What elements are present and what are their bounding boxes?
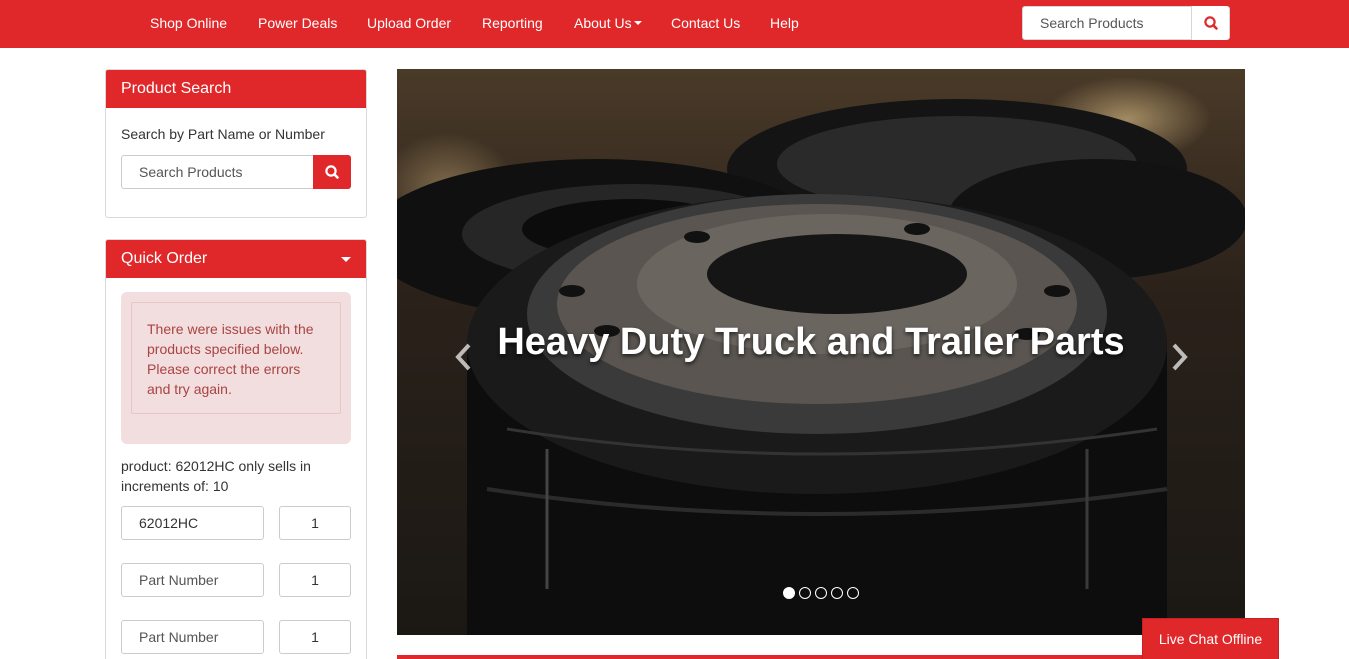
carousel-next-button[interactable] (1167, 341, 1191, 373)
caret-down-icon (633, 21, 642, 26)
part-number-input[interactable] (121, 620, 264, 654)
nav-power-deals[interactable]: Power Deals (258, 0, 337, 46)
carousel-indicator[interactable] (815, 587, 827, 599)
part-number-input[interactable] (121, 506, 264, 540)
quick-order-title: Quick Order (121, 250, 208, 267)
caret-down-icon (341, 257, 351, 262)
product-search-heading: Product Search (106, 70, 366, 108)
search-icon (325, 165, 339, 179)
nav-about-us[interactable]: About Us (574, 0, 642, 46)
nav-about-us-label: About Us (574, 15, 632, 31)
quick-order-panel: Quick Order There were issues with the p… (105, 239, 367, 659)
chevron-left-icon (455, 343, 471, 371)
carousel-indicator[interactable] (799, 587, 811, 599)
carousel-indicator[interactable] (831, 587, 843, 599)
product-search-panel: Product Search Search by Part Name or Nu… (105, 69, 367, 218)
error-alert-message: There were issues with the products spec… (131, 302, 341, 414)
carousel-indicator[interactable] (783, 587, 795, 599)
nav-reporting[interactable]: Reporting (482, 0, 543, 46)
header-search-input[interactable] (1023, 7, 1192, 39)
product-search-input[interactable] (122, 156, 312, 188)
nav-help[interactable]: Help (770, 0, 799, 46)
quantity-input[interactable] (279, 563, 351, 597)
chevron-right-icon (1172, 343, 1188, 371)
product-search-label: Search by Part Name or Number (121, 126, 325, 142)
header-search (1022, 6, 1230, 40)
live-chat-button[interactable]: Live Chat Offline (1142, 618, 1279, 659)
nav-contact-us[interactable]: Contact Us (671, 0, 740, 46)
search-icon (1204, 16, 1218, 30)
product-search-box (121, 155, 351, 189)
carousel-prev-button[interactable] (452, 341, 476, 373)
product-search-button[interactable] (313, 155, 351, 189)
error-alert: There were issues with the products spec… (121, 292, 351, 444)
carousel-caption: Heavy Duty Truck and Trailer Parts (497, 321, 1125, 363)
quantity-input[interactable] (279, 620, 351, 654)
nav-upload-order[interactable]: Upload Order (367, 0, 451, 46)
carousel-indicator[interactable] (847, 587, 859, 599)
part-number-input[interactable] (121, 563, 264, 597)
section-header-strip (397, 655, 1245, 659)
header-search-button[interactable] (1191, 6, 1229, 40)
nav-shop-online[interactable]: Shop Online (150, 0, 227, 46)
quick-order-heading[interactable]: Quick Order (106, 240, 366, 278)
top-navbar: Shop Online Power Deals Upload Order Rep… (0, 0, 1349, 48)
quantity-input[interactable] (279, 506, 351, 540)
hero-carousel: Heavy Duty Truck and Trailer Parts (397, 69, 1245, 635)
increment-error-note: product: 62012HC only sells in increment… (121, 458, 311, 494)
